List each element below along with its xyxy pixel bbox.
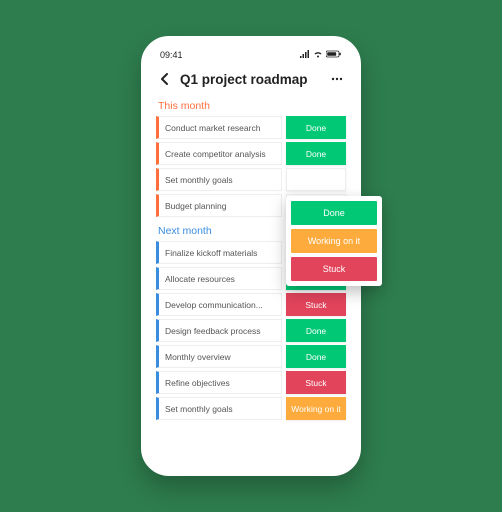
wifi-icon bbox=[313, 50, 323, 60]
task-cell[interactable]: Create competitor analysis bbox=[156, 142, 282, 165]
page-header: Q1 project roadmap bbox=[148, 62, 354, 98]
task-cell[interactable]: Budget planning bbox=[156, 194, 282, 217]
status-cell[interactable]: Done bbox=[286, 319, 346, 342]
phone-frame: 09:41 Q1 project roadmap T bbox=[141, 36, 361, 476]
status-cell[interactable]: Done bbox=[286, 345, 346, 368]
table-row: Set monthly goalsWorking on it bbox=[156, 397, 346, 420]
task-cell[interactable]: Develop communication... bbox=[156, 293, 282, 316]
status-cell[interactable]: Working on it bbox=[286, 397, 346, 420]
status-icons bbox=[300, 50, 342, 60]
status-picker-popover: Done Working on it Stuck bbox=[286, 196, 382, 286]
task-cell[interactable]: Design feedback process bbox=[156, 319, 282, 342]
status-cell[interactable]: Done bbox=[286, 142, 346, 165]
table-row: Monthly overviewDone bbox=[156, 345, 346, 368]
status-option[interactable]: Working on it bbox=[291, 229, 377, 253]
more-button[interactable] bbox=[328, 70, 346, 88]
task-cell[interactable]: Refine objectives bbox=[156, 371, 282, 394]
table-row: Conduct market researchDone bbox=[156, 116, 346, 139]
chevron-left-icon bbox=[158, 72, 172, 86]
task-cell[interactable]: Monthly overview bbox=[156, 345, 282, 368]
signal-icon bbox=[300, 50, 310, 60]
table-row: Develop communication...Stuck bbox=[156, 293, 346, 316]
section-header-this-month[interactable]: This month bbox=[148, 98, 354, 116]
status-option[interactable]: Done bbox=[291, 201, 377, 225]
task-cell[interactable]: Conduct market research bbox=[156, 116, 282, 139]
status-cell[interactable]: Stuck bbox=[286, 293, 346, 316]
battery-icon bbox=[326, 50, 342, 60]
task-cell[interactable]: Allocate resources bbox=[156, 267, 282, 290]
status-time: 09:41 bbox=[160, 50, 183, 60]
table-row: Create competitor analysisDone bbox=[156, 142, 346, 165]
table-row: Set monthly goals bbox=[156, 168, 346, 191]
back-button[interactable] bbox=[156, 70, 174, 88]
table-row: Refine objectivesStuck bbox=[156, 371, 346, 394]
more-horizontal-icon bbox=[330, 72, 344, 86]
status-bar: 09:41 bbox=[148, 43, 354, 62]
status-cell[interactable]: Stuck bbox=[286, 371, 346, 394]
status-cell[interactable] bbox=[286, 168, 346, 191]
status-option[interactable]: Stuck bbox=[291, 257, 377, 281]
task-cell[interactable]: Set monthly goals bbox=[156, 397, 282, 420]
page-title: Q1 project roadmap bbox=[180, 72, 322, 87]
task-cell[interactable]: Set monthly goals bbox=[156, 168, 282, 191]
task-cell[interactable]: Finalize kickoff materials bbox=[156, 241, 282, 264]
status-cell[interactable]: Done bbox=[286, 116, 346, 139]
table-row: Design feedback processDone bbox=[156, 319, 346, 342]
